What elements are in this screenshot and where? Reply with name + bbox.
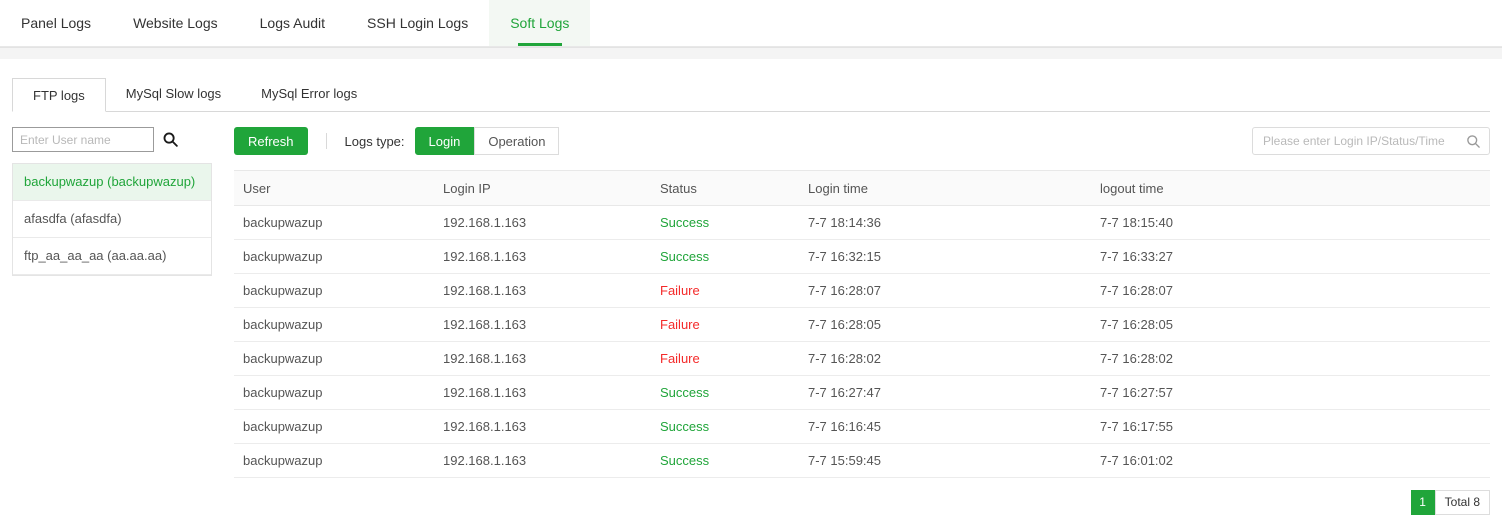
cell-logout-time: 7-7 16:01:02	[1091, 444, 1490, 478]
log-search-box	[1252, 127, 1490, 155]
search-icon	[162, 131, 179, 148]
content-area: FTP logs MySql Slow logs MySql Error log…	[0, 77, 1502, 515]
cell-logout-time: 7-7 16:28:07	[1091, 274, 1490, 308]
section-divider-band	[0, 47, 1502, 59]
table-column-header: Login time	[799, 171, 1091, 206]
cell-login-time: 7-7 16:32:15	[799, 240, 1091, 274]
log-panel: Refresh Logs type: Login Operation	[234, 127, 1490, 515]
cell-login-ip: 192.168.1.163	[434, 376, 651, 410]
cell-status: Success	[651, 206, 799, 240]
cell-login-time: 7-7 15:59:45	[799, 444, 1091, 478]
cell-user: backupwazup	[234, 376, 434, 410]
header-tab[interactable]: Website Logs	[112, 0, 239, 46]
ftp-user-item[interactable]: ftp_aa_aa_aa (aa.aa.aa)	[13, 238, 211, 275]
cell-login-time: 7-7 18:14:36	[799, 206, 1091, 240]
header-tab-bar: Panel Logs Website Logs Logs Audit SSH L…	[0, 0, 1502, 47]
cell-login-ip: 192.168.1.163	[434, 308, 651, 342]
log-toolbar: Refresh Logs type: Login Operation	[234, 127, 1490, 155]
log-type-tab-bar: FTP logs MySql Slow logs MySql Error log…	[12, 77, 1490, 112]
user-search-row	[12, 127, 212, 152]
toolbar-divider	[326, 133, 327, 149]
cell-logout-time: 7-7 16:28:02	[1091, 342, 1490, 376]
cell-login-time: 7-7 16:28:07	[799, 274, 1091, 308]
logs-type-button[interactable]: Operation	[474, 127, 559, 155]
logs-type-toggle: Login Operation	[415, 127, 560, 155]
cell-login-ip: 192.168.1.163	[434, 410, 651, 444]
cell-logout-time: 7-7 16:27:57	[1091, 376, 1490, 410]
logs-type-label: Logs type:	[345, 134, 405, 149]
table-header: User Login IP Status Login time logout t…	[234, 171, 1490, 206]
cell-status: Success	[651, 240, 799, 274]
table-row: backupwazup 192.168.1.163 Failure 7-7 16…	[234, 308, 1490, 342]
cell-login-time: 7-7 16:28:05	[799, 308, 1091, 342]
table-column-header: Login IP	[434, 171, 651, 206]
refresh-button[interactable]: Refresh	[234, 127, 308, 155]
table-row: backupwazup 192.168.1.163 Success 7-7 16…	[234, 376, 1490, 410]
cell-user: backupwazup	[234, 308, 434, 342]
page-number-button[interactable]: 1	[1411, 490, 1435, 515]
table-row: backupwazup 192.168.1.163 Failure 7-7 16…	[234, 342, 1490, 376]
search-icon[interactable]	[1466, 134, 1481, 149]
cell-user: backupwazup	[234, 444, 434, 478]
log-search-input[interactable]	[1261, 133, 1466, 149]
cell-status: Success	[651, 410, 799, 444]
user-search-button[interactable]	[162, 131, 179, 148]
cell-login-ip: 192.168.1.163	[434, 274, 651, 308]
table-body: backupwazup 192.168.1.163 Success 7-7 18…	[234, 206, 1490, 478]
user-sidebar: backupwazup (backupwazup) afasdfa (afasd…	[12, 127, 212, 515]
header-tab[interactable]: SSH Login Logs	[346, 0, 489, 46]
cell-user: backupwazup	[234, 410, 434, 444]
table-row: backupwazup 192.168.1.163 Success 7-7 18…	[234, 206, 1490, 240]
table-header-row: User Login IP Status Login time logout t…	[234, 171, 1490, 206]
table-row: backupwazup 192.168.1.163 Success 7-7 15…	[234, 444, 1490, 478]
ftp-user-item[interactable]: backupwazup (backupwazup)	[13, 164, 211, 201]
header-tab[interactable]: Soft Logs	[489, 0, 590, 46]
cell-user: backupwazup	[234, 206, 434, 240]
log-type-tab[interactable]: MySql Slow logs	[106, 77, 241, 111]
table-row: backupwazup 192.168.1.163 Success 7-7 16…	[234, 410, 1490, 444]
table-column-header: Status	[651, 171, 799, 206]
table-column-header: User	[234, 171, 434, 206]
cell-status: Success	[651, 444, 799, 478]
cell-login-ip: 192.168.1.163	[434, 240, 651, 274]
cell-status: Success	[651, 376, 799, 410]
pagination-total: Total 8	[1435, 490, 1490, 515]
table-column-header: logout time	[1091, 171, 1490, 206]
cell-user: backupwazup	[234, 240, 434, 274]
ftp-user-list: backupwazup (backupwazup) afasdfa (afasd…	[12, 163, 212, 276]
table-row: backupwazup 192.168.1.163 Success 7-7 16…	[234, 240, 1490, 274]
cell-status: Failure	[651, 308, 799, 342]
header-tab[interactable]: Panel Logs	[0, 0, 112, 46]
cell-status: Failure	[651, 342, 799, 376]
log-type-tab[interactable]: MySql Error logs	[241, 77, 377, 111]
main-row: backupwazup (backupwazup) afasdfa (afasd…	[12, 127, 1490, 515]
cell-logout-time: 7-7 16:33:27	[1091, 240, 1490, 274]
table-row: backupwazup 192.168.1.163 Failure 7-7 16…	[234, 274, 1490, 308]
cell-logout-time: 7-7 16:17:55	[1091, 410, 1490, 444]
cell-status: Failure	[651, 274, 799, 308]
cell-login-ip: 192.168.1.163	[434, 444, 651, 478]
cell-logout-time: 7-7 18:15:40	[1091, 206, 1490, 240]
cell-login-ip: 192.168.1.163	[434, 342, 651, 376]
cell-user: backupwazup	[234, 342, 434, 376]
cell-logout-time: 7-7 16:28:05	[1091, 308, 1490, 342]
cell-login-time: 7-7 16:27:47	[799, 376, 1091, 410]
ftp-user-item[interactable]: afasdfa (afasdfa)	[13, 201, 211, 238]
log-type-tab[interactable]: FTP logs	[12, 78, 106, 112]
logs-type-button[interactable]: Login	[415, 127, 475, 155]
cell-login-ip: 192.168.1.163	[434, 206, 651, 240]
user-search-input[interactable]	[12, 127, 154, 152]
header-tab[interactable]: Logs Audit	[239, 0, 346, 46]
cell-login-time: 7-7 16:28:02	[799, 342, 1091, 376]
pagination: 1 Total 8	[234, 490, 1490, 515]
cell-login-time: 7-7 16:16:45	[799, 410, 1091, 444]
cell-user: backupwazup	[234, 274, 434, 308]
ftp-log-table: User Login IP Status Login time logout t…	[234, 170, 1490, 478]
